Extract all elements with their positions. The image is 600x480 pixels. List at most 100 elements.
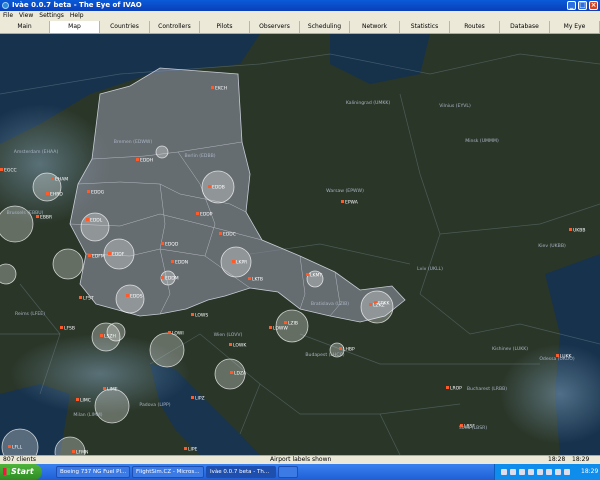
maximize-button[interactable]: □	[578, 1, 587, 10]
station-label: EDDP	[200, 212, 213, 218]
task-button-fuel-planner[interactable]: Boeing 737 NG Fuel Pl...	[56, 466, 130, 478]
menu-file[interactable]: File	[0, 11, 16, 21]
station-label: EDDN	[175, 260, 188, 266]
station-label: EHAM	[55, 177, 68, 183]
tray-network-icon[interactable]	[501, 469, 507, 475]
client-count: 807 clients	[3, 456, 36, 463]
map-view[interactable]: EGCC EHAM EHRD EBBR EDDL EDFM EDDF EDDS EDDM EDDH…	[0, 34, 600, 455]
tab-scheduling[interactable]: Scheduling	[300, 21, 350, 33]
tab-main[interactable]: Main	[0, 21, 50, 33]
station-dot-icon	[184, 447, 187, 450]
station-dot-icon	[306, 273, 309, 276]
task-button-ivae[interactable]: Ivàe 0.0.7 beta - Th...	[206, 466, 276, 478]
station-label: LSZH	[104, 334, 116, 340]
fir-label: Berlin (EDBB)	[184, 153, 215, 159]
station-dot-icon	[191, 313, 194, 316]
task-button-browser[interactable]: FlightSim.CZ - Micros...	[132, 466, 204, 478]
menu-help[interactable]: Help	[67, 11, 87, 21]
station-dot-icon	[0, 168, 3, 171]
station-label: EDFM	[92, 254, 105, 260]
station-dot-icon	[341, 200, 344, 203]
tray-display-icon[interactable]	[546, 469, 552, 475]
station-label: LOWI	[172, 331, 184, 337]
station-dot-icon	[51, 177, 54, 180]
controller-coverage-circle[interactable]	[155, 145, 169, 159]
station-label: EDDG	[91, 190, 105, 196]
station-dot-icon	[108, 252, 111, 255]
station-label: EDDF	[112, 252, 125, 258]
menu-settings[interactable]: Settings	[36, 11, 67, 21]
window-titlebar[interactable]: Ivàe 0.0.7 beta - The Eye of IVAO _ □ ×	[0, 0, 600, 11]
minimize-button[interactable]: _	[567, 1, 576, 10]
station-dot-icon	[76, 398, 79, 401]
station-dot-icon	[171, 260, 174, 263]
station-dot-icon	[161, 242, 164, 245]
station-label: EPWA	[345, 200, 359, 206]
station-dot-icon	[79, 296, 82, 299]
station-label: EDDH	[140, 158, 153, 164]
tab-pilots[interactable]: Pilots	[200, 21, 250, 33]
station-label: LZIB	[288, 321, 298, 327]
station-dot-icon	[569, 228, 572, 231]
station-label: LOWW	[273, 326, 288, 332]
tray-volume-icon[interactable]	[510, 469, 516, 475]
station-dot-icon	[72, 450, 75, 453]
windows-logo-icon	[3, 468, 10, 475]
station-dot-icon	[208, 185, 211, 188]
station-dot-icon	[339, 347, 342, 350]
tab-routes[interactable]: Routes	[450, 21, 500, 33]
station-label: EKCH	[215, 86, 227, 92]
tray-safe-remove-icon[interactable]	[555, 469, 561, 475]
station-label: LOWK	[233, 343, 247, 349]
station-label: LZKZ	[373, 303, 385, 309]
station-label: EDDC	[223, 232, 236, 238]
controller-coverage-circle[interactable]	[80, 212, 110, 242]
fir-label: Bratislava (LZIB)	[311, 301, 349, 307]
start-label: Start	[11, 467, 34, 476]
controller-coverage-circle[interactable]	[0, 263, 17, 285]
station-dot-icon	[230, 371, 233, 374]
fir-label: Sofia (LBSR)	[459, 425, 487, 431]
tab-observers[interactable]: Observers	[250, 21, 300, 33]
station-dot-icon	[8, 445, 11, 448]
station-label: LKMT	[310, 273, 322, 279]
station-label: EDQD	[165, 242, 179, 248]
map-canvas[interactable]: EGCCEHAMEHRDEBBREDDLEDFM EDDFEDDSEDDMEDDH…	[0, 34, 600, 455]
tab-statistics[interactable]: Statistics	[400, 21, 450, 33]
tray-language-icon[interactable]	[564, 469, 570, 475]
system-tray: 18:29	[494, 464, 600, 480]
fir-label: Brussels (EBBU)	[7, 210, 44, 216]
tray-messenger-icon[interactable]	[528, 469, 534, 475]
tab-database[interactable]: Database	[500, 21, 550, 33]
tray-antivirus-icon[interactable]	[519, 469, 525, 475]
window-title: Ivàe 0.0.7 beta - The Eye of IVAO	[12, 1, 142, 9]
station-dot-icon	[219, 232, 222, 235]
station-label: EDDL	[90, 218, 103, 224]
tab-controllers[interactable]: Controllers	[150, 21, 200, 33]
close-button[interactable]: ×	[589, 1, 598, 10]
station-label: EGCC	[4, 168, 17, 174]
tab-network[interactable]: Network	[350, 21, 400, 33]
status-time-local: 18:29	[572, 456, 590, 463]
controller-coverage-circle[interactable]	[52, 248, 84, 280]
status-bar: 807 clients Airport labels shown 18:28 1…	[0, 455, 600, 464]
station-label: LIME	[107, 387, 118, 393]
tab-map[interactable]: Map	[50, 21, 100, 33]
station-label: UKBB	[573, 228, 585, 234]
station-dot-icon	[446, 386, 449, 389]
tab-countries[interactable]: Countries	[100, 21, 150, 33]
station-dot-icon	[60, 326, 63, 329]
fir-label: Minsk (UMMM)	[465, 138, 499, 144]
station-dot-icon	[369, 303, 372, 306]
station-label: EDDM	[165, 276, 179, 282]
task-button-other[interactable]	[278, 466, 298, 478]
tab-my-eye[interactable]: My Eye	[550, 21, 600, 33]
menu-view[interactable]: View	[16, 11, 36, 21]
station-label: LFST	[83, 296, 94, 302]
station-dot-icon	[232, 260, 235, 263]
tab-bar: Main Map Countries Controllers Pilots Ob…	[0, 21, 600, 34]
controller-coverage-circle[interactable]	[149, 332, 185, 368]
tray-update-icon[interactable]	[537, 469, 543, 475]
fir-label: Amsterdam (EHAA)	[14, 149, 59, 155]
start-button[interactable]: Start	[0, 464, 42, 480]
